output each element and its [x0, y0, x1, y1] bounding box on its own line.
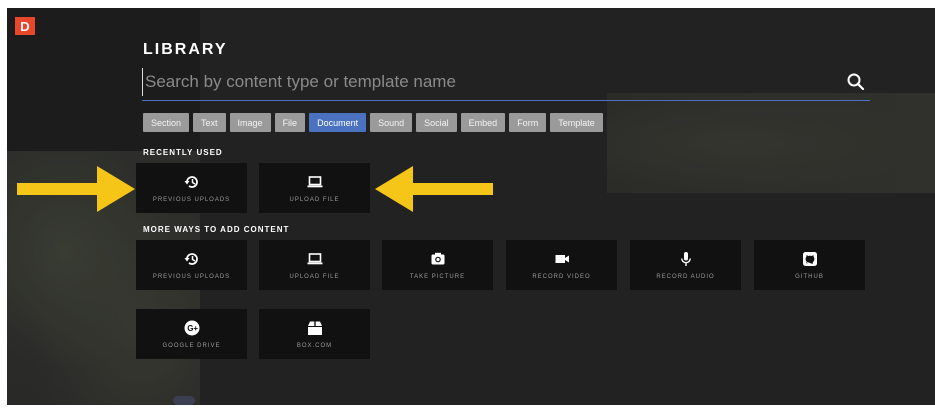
previous-uploads-tile[interactable]: PREVIOUS UPLOADS	[136, 240, 247, 290]
microphone-icon	[680, 251, 691, 266]
tile-label: PREVIOUS UPLOADS	[152, 273, 231, 280]
record-video-tile[interactable]: RECORD VIDEO	[506, 240, 617, 290]
tab-image[interactable]: Image	[229, 113, 271, 132]
content-type-tabs: Section Text Image File Document Sound S…	[143, 113, 603, 132]
background-image-right	[607, 93, 935, 193]
background-toggle	[173, 396, 195, 405]
app-logo: D	[15, 17, 35, 35]
laptop-icon	[307, 175, 322, 187]
tile-label: GITHUB	[795, 273, 824, 280]
left-arrow-annotation	[17, 166, 135, 212]
search-icon[interactable]	[846, 72, 866, 92]
tab-form[interactable]: Form	[509, 113, 547, 132]
search-input[interactable]	[142, 68, 825, 96]
tab-text[interactable]: Text	[193, 113, 226, 132]
tab-sound[interactable]: Sound	[370, 113, 413, 132]
tile-label: RECORD AUDIO	[656, 273, 715, 280]
more-ways-heading: MORE WAYS TO ADD CONTENT	[143, 225, 290, 234]
search-bar	[142, 66, 870, 101]
tile-label: RECORD VIDEO	[532, 273, 591, 280]
tile-label: PREVIOUS UPLOADS	[152, 196, 231, 203]
take-picture-tile[interactable]: TAKE PICTURE	[382, 240, 493, 290]
tile-label: BOX.COM	[296, 342, 333, 349]
camera-icon	[431, 252, 444, 264]
tile-label: TAKE PICTURE	[409, 273, 466, 280]
recently-used-heading: RECENTLY USED	[143, 148, 223, 157]
page-title: LIBRARY	[143, 41, 228, 58]
tile-label: GOOGLE DRIVE	[162, 342, 221, 349]
record-audio-tile[interactable]: RECORD AUDIO	[630, 240, 741, 290]
history-icon	[184, 175, 198, 188]
svg-text:G+: G+	[187, 324, 198, 333]
laptop-icon	[307, 252, 322, 264]
tab-embed[interactable]: Embed	[460, 113, 506, 132]
tile-label: UPLOAD FILE	[289, 196, 340, 203]
box-icon	[307, 321, 322, 335]
right-arrow-annotation	[375, 166, 493, 212]
library-dialog: D LIBRARY Section Text Image File Docume…	[7, 8, 935, 405]
tab-social[interactable]: Social	[416, 113, 457, 132]
recent-upload-file-tile[interactable]: UPLOAD FILE	[259, 163, 370, 213]
box-com-tile[interactable]: BOX.COM	[259, 309, 370, 359]
recent-previous-uploads-tile[interactable]: PREVIOUS UPLOADS	[136, 163, 247, 213]
tab-document[interactable]: Document	[309, 113, 367, 132]
github-tile[interactable]: GITHUB	[754, 240, 865, 290]
tab-section[interactable]: Section	[143, 113, 190, 132]
history-icon	[184, 252, 198, 265]
video-camera-icon	[555, 254, 569, 263]
tab-template[interactable]: Template	[550, 113, 603, 132]
google-drive-tile[interactable]: G+ GOOGLE DRIVE	[136, 309, 247, 359]
google-plus-icon: G+	[184, 320, 199, 335]
upload-file-tile[interactable]: UPLOAD FILE	[259, 240, 370, 290]
tile-label: UPLOAD FILE	[289, 273, 340, 280]
tab-file[interactable]: File	[274, 113, 306, 132]
github-icon	[802, 251, 817, 266]
